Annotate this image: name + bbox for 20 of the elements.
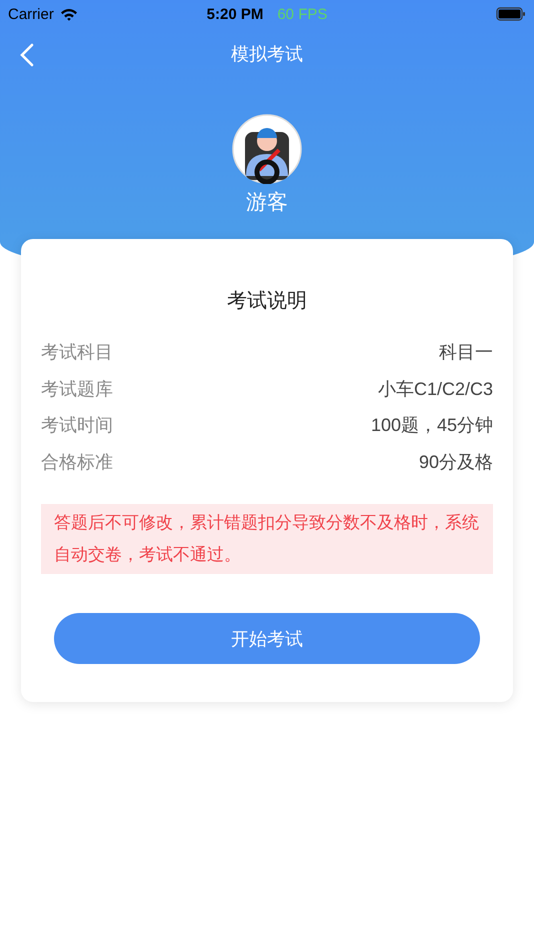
- wifi-icon: [60, 8, 78, 20]
- battery-icon: [496, 7, 526, 21]
- back-button[interactable]: [18, 42, 36, 68]
- info-label: 考试时间: [41, 414, 113, 438]
- info-label: 合格标准: [41, 450, 113, 474]
- fps-counter: 60 FPS: [277, 6, 328, 22]
- info-value: 科目一: [439, 341, 493, 364]
- page-title: 模拟考试: [231, 43, 303, 66]
- info-value: 90分及格: [418, 450, 493, 474]
- exam-warning: 答题后不可修改，累计错题扣分导致分数不及格时，系统自动交卷，考试不通过。: [41, 504, 493, 574]
- driver-avatar-icon: [232, 114, 302, 184]
- info-label: 考试科目: [41, 341, 113, 364]
- start-exam-button[interactable]: 开始考试: [54, 613, 480, 664]
- info-value: 小车C1/C2/C3: [378, 378, 493, 401]
- card-title: 考试说明: [226, 289, 308, 314]
- user-name: 游客: [246, 190, 288, 216]
- info-label: 考试题库: [41, 378, 113, 401]
- carrier-label: Carrier: [8, 6, 54, 22]
- status-time: 5:20 PM: [206, 6, 264, 22]
- info-value: 100题，45分钟: [370, 414, 493, 438]
